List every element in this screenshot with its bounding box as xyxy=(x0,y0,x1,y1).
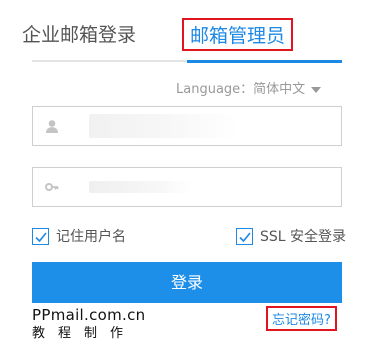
brand-domain: PPmail.com.cn xyxy=(32,306,146,324)
ssl-login-label: SSL 安全登录 xyxy=(260,229,347,245)
language-label: Language： xyxy=(176,82,254,97)
language-value: 简体中文 xyxy=(253,82,306,97)
username-field[interactable] xyxy=(32,106,342,146)
login-button[interactable]: 登录 xyxy=(32,262,342,303)
checkmark-icon xyxy=(239,232,251,243)
password-field[interactable] xyxy=(32,167,342,207)
tab-mailbox-admin[interactable]: 邮箱管理员 xyxy=(182,18,294,51)
checkmark-icon xyxy=(35,232,47,243)
checkbox-box[interactable] xyxy=(236,228,253,245)
password-input[interactable] xyxy=(69,174,333,200)
brand-watermark: PPmail.com.cn 教程制作 xyxy=(32,305,145,343)
remember-username-label: 记住用户名 xyxy=(56,229,126,245)
brand-caption: 教程制作 xyxy=(32,326,137,341)
tab-active-indicator xyxy=(187,60,342,63)
checkbox-box[interactable] xyxy=(32,228,49,245)
key-icon xyxy=(45,183,59,191)
user-icon xyxy=(46,120,58,133)
username-input[interactable] xyxy=(69,113,333,139)
caret-down-icon xyxy=(311,86,322,93)
forgot-password-link[interactable]: 忘记密码? xyxy=(266,306,337,331)
tab-enterprise-login[interactable]: 企业邮箱登录 xyxy=(22,20,136,47)
language-select[interactable]: Language：简体中文 xyxy=(176,78,322,97)
